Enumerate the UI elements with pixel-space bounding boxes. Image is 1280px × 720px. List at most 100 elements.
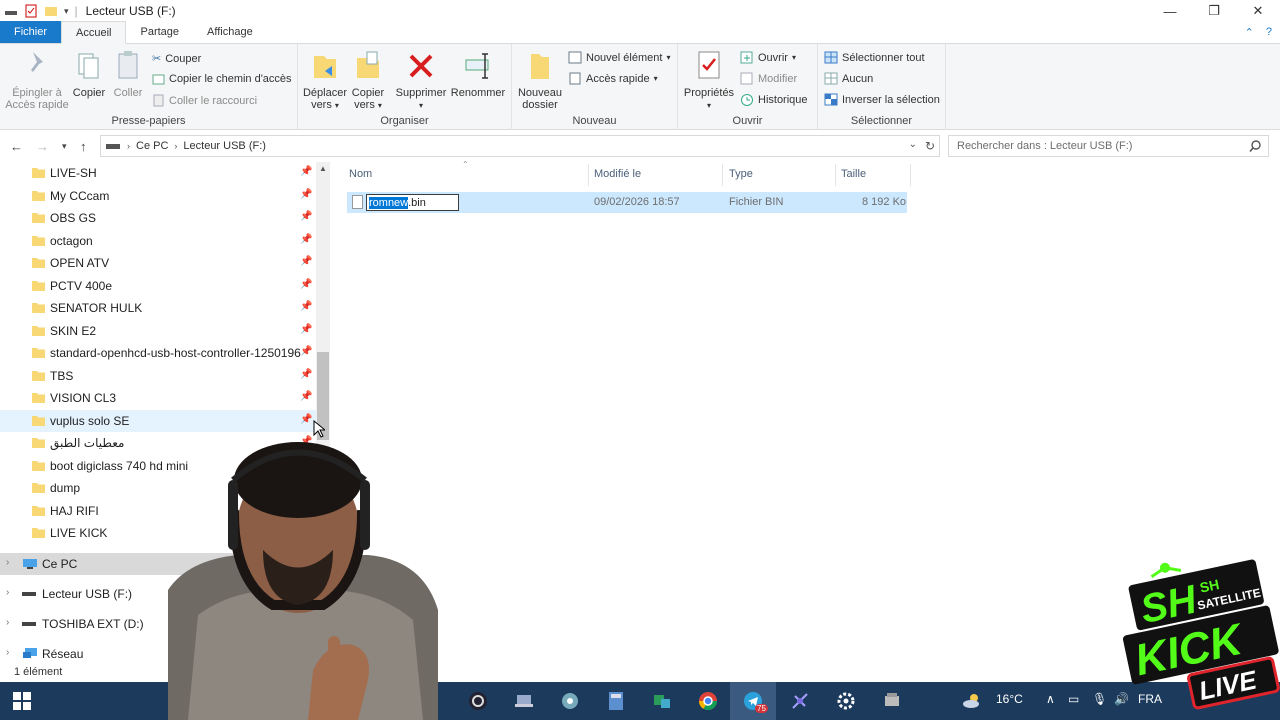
properties-button[interactable]: Propriétés ▾ bbox=[682, 48, 736, 112]
pin-icon[interactable]: 📌 bbox=[300, 211, 312, 222]
satellite-app-icon[interactable] bbox=[790, 691, 810, 711]
column-name[interactable]: Nom bbox=[349, 168, 372, 180]
history-button[interactable]: Historique bbox=[740, 93, 808, 106]
pin-icon[interactable]: 📌 bbox=[300, 391, 312, 402]
pin-quick-access-button[interactable]: Épingler à Accès rapide bbox=[4, 48, 70, 111]
expand-chevron-icon[interactable]: › bbox=[6, 587, 9, 598]
nav-quick-access-item[interactable]: SKIN E2 📌 bbox=[0, 320, 316, 342]
paste-shortcut-button[interactable]: Coller le raccourci bbox=[152, 94, 257, 107]
nav-quick-access-item[interactable]: standard-openhcd-usb-host-controller-125… bbox=[0, 342, 316, 364]
back-arrow-icon[interactable]: ← bbox=[10, 139, 23, 154]
easy-access-button[interactable]: Accès rapide ▾ bbox=[568, 72, 658, 85]
tab-home[interactable]: Accueil bbox=[61, 21, 127, 44]
address-dropdown-icon[interactable]: ⌄ bbox=[909, 139, 917, 150]
gear-icon[interactable] bbox=[836, 691, 856, 711]
nav-quick-access-item[interactable]: PCTV 400e 📌 bbox=[0, 275, 316, 297]
ribbon-tabs: Fichier Accueil Partage Affichage ⌃ ? bbox=[0, 21, 1280, 44]
breadcrumb-usb[interactable]: Lecteur USB (F:) bbox=[183, 140, 266, 152]
select-none-button[interactable]: Aucun bbox=[824, 72, 873, 85]
calculator-icon[interactable] bbox=[606, 691, 626, 711]
windows-start-icon[interactable] bbox=[12, 691, 32, 711]
nav-quick-access-item[interactable]: OBS GS 📌 bbox=[0, 207, 316, 229]
tray-chevron-icon[interactable]: ∧ bbox=[1046, 692, 1055, 706]
expand-chevron-icon[interactable]: › bbox=[6, 557, 9, 568]
breadcrumb-this-pc[interactable]: Ce PC bbox=[136, 140, 168, 152]
pin-icon[interactable]: 📌 bbox=[300, 324, 312, 335]
scroll-up-icon[interactable]: ▲ bbox=[319, 164, 327, 173]
tab-view[interactable]: Affichage bbox=[193, 21, 267, 43]
network-app-icon[interactable] bbox=[652, 691, 672, 711]
move-to-button[interactable]: Déplacer vers ▾ bbox=[302, 48, 348, 112]
paste-button[interactable]: Coller bbox=[110, 48, 146, 99]
file-row[interactable]: romnew .bin 09/02/2026 18:57 Fichier BIN … bbox=[347, 192, 907, 213]
address-bar[interactable]: › Ce PC › Lecteur USB (F:) ⌄ ↻ bbox=[100, 135, 940, 157]
storage-app-icon[interactable] bbox=[882, 691, 902, 711]
restore-icon[interactable]: ❐ bbox=[1192, 0, 1236, 22]
settings-app-icon[interactable] bbox=[560, 691, 580, 711]
select-all-button[interactable]: Sélectionner tout bbox=[824, 51, 925, 64]
chrome-icon[interactable] bbox=[698, 691, 718, 711]
nav-quick-access-item[interactable]: octagon 📌 bbox=[0, 230, 316, 252]
recent-locations-icon[interactable]: ▾ bbox=[62, 141, 67, 152]
nav-quick-access-item[interactable]: My CCcam 📌 bbox=[0, 185, 316, 207]
new-folder-icon[interactable] bbox=[44, 4, 58, 18]
telegram-taskbar-button[interactable]: 75 bbox=[730, 682, 776, 720]
clipboard-group-label: Presse-papiers bbox=[111, 115, 186, 127]
nav-quick-access-item[interactable]: OPEN ATV 📌 bbox=[0, 252, 316, 274]
collapse-ribbon-icon[interactable]: ⌃ bbox=[1245, 26, 1254, 39]
properties-icon[interactable] bbox=[24, 4, 38, 18]
invert-selection-button[interactable]: Inverser la sélection bbox=[824, 93, 940, 106]
column-divider[interactable] bbox=[910, 164, 911, 186]
rename-button[interactable]: Renommer bbox=[450, 48, 506, 99]
properties-big-icon bbox=[698, 51, 720, 79]
nav-quick-access-item[interactable]: vuplus solo SE 📌 bbox=[0, 409, 316, 432]
column-size[interactable]: Taille bbox=[841, 168, 866, 180]
close-icon[interactable]: ✕ bbox=[1236, 0, 1280, 22]
rename-input[interactable]: romnew .bin bbox=[366, 194, 459, 211]
pin-icon[interactable]: 📌 bbox=[300, 346, 312, 357]
pin-icon[interactable]: 📌 bbox=[300, 256, 312, 267]
column-divider[interactable] bbox=[588, 164, 589, 186]
nav-quick-access-item[interactable]: TBS 📌 bbox=[0, 365, 316, 387]
nav-quick-access-item[interactable]: VISION CL3 📌 bbox=[0, 387, 316, 409]
column-divider[interactable] bbox=[835, 164, 836, 186]
up-arrow-icon[interactable]: ↑ bbox=[80, 139, 87, 154]
nav-quick-access-item[interactable]: LIVE-SH 📌 bbox=[0, 162, 316, 184]
open-button[interactable]: Ouvrir ▾ bbox=[740, 51, 796, 64]
pin-icon[interactable]: 📌 bbox=[300, 234, 312, 245]
tab-share[interactable]: Partage bbox=[126, 21, 193, 43]
copy-button[interactable]: Copier bbox=[70, 48, 108, 99]
help-icon[interactable]: ? bbox=[1266, 26, 1272, 39]
copy-path-button[interactable]: Copier le chemin d'accès bbox=[152, 73, 292, 85]
pin-icon[interactable]: 📌 bbox=[300, 166, 312, 177]
qat-dropdown-icon[interactable]: ▾ bbox=[64, 6, 69, 17]
obs-icon[interactable] bbox=[468, 691, 488, 711]
nav-quick-access-item[interactable]: SENATOR HULK 📌 bbox=[0, 297, 316, 319]
copy-to-button[interactable]: Copier vers ▾ bbox=[348, 48, 388, 112]
edit-button[interactable]: Modifier bbox=[740, 72, 797, 85]
delete-button[interactable]: Supprimer ▾ bbox=[394, 48, 448, 112]
scissors-icon: ✂ bbox=[152, 53, 162, 65]
new-item-button[interactable]: Nouvel élément ▾ bbox=[568, 51, 670, 64]
refresh-icon[interactable]: ↻ bbox=[925, 139, 935, 153]
microphone-icon[interactable]: 🎙 bbox=[1092, 692, 1107, 706]
forward-arrow-icon[interactable]: → bbox=[36, 139, 49, 154]
expand-chevron-icon[interactable]: › bbox=[6, 617, 9, 628]
pin-icon[interactable]: 📌 bbox=[300, 189, 312, 200]
tab-file[interactable]: Fichier bbox=[0, 21, 62, 43]
column-divider[interactable] bbox=[722, 164, 723, 186]
pin-icon[interactable]: 📌 bbox=[300, 369, 312, 380]
tray-device-icon[interactable]: ▭ bbox=[1068, 692, 1079, 706]
minimize-icon[interactable]: — bbox=[1148, 0, 1192, 22]
pin-icon[interactable]: 📌 bbox=[300, 301, 312, 312]
column-type[interactable]: Type bbox=[729, 168, 753, 180]
cut-button[interactable]: ✂ Couper bbox=[152, 52, 201, 66]
new-folder-button[interactable]: Nouveau dossier bbox=[516, 48, 564, 111]
search-box[interactable]: Rechercher dans : Lecteur USB (F:) bbox=[948, 135, 1269, 157]
search-icon[interactable] bbox=[1248, 139, 1262, 153]
pin-icon[interactable]: 📌 bbox=[300, 414, 312, 425]
expand-chevron-icon[interactable]: › bbox=[6, 647, 9, 658]
column-modified[interactable]: Modifié le bbox=[594, 168, 641, 180]
laptop-icon[interactable] bbox=[514, 691, 534, 711]
pin-icon[interactable]: 📌 bbox=[300, 279, 312, 290]
